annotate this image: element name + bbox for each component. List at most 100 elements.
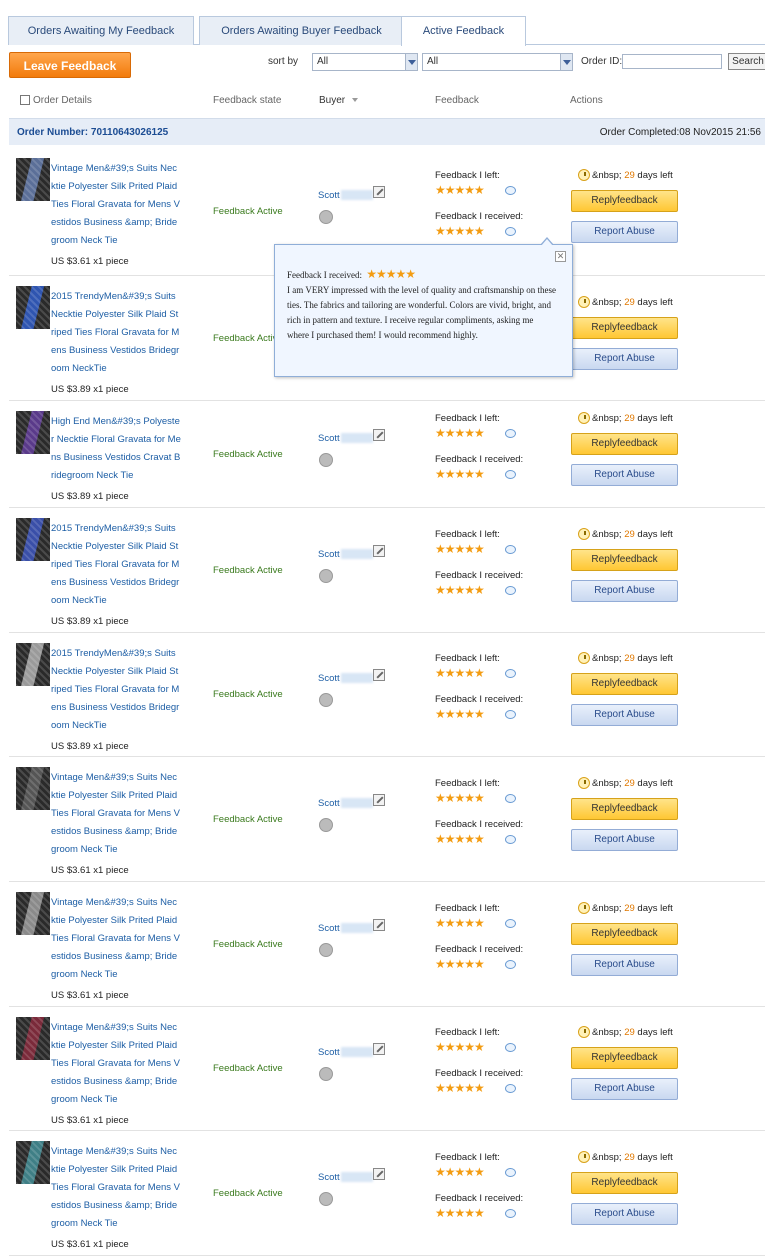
feedback-left-label: Feedback I left: — [435, 903, 500, 914]
order-id-input[interactable] — [622, 54, 722, 69]
chat-bubble-icon[interactable] — [505, 1209, 516, 1218]
chat-bubble-icon[interactable] — [505, 919, 516, 928]
days-left-suffix: days left — [634, 653, 673, 664]
reply-feedback-button[interactable]: Replyfeedback — [571, 549, 678, 571]
product-title-link[interactable]: 2015 TrendyMen&#39;s Suits Necktie Polye… — [51, 645, 181, 735]
order-number[interactable]: Order Number: 70110643026125 — [17, 127, 168, 138]
buyer-name: Scott — [318, 1047, 340, 1058]
report-abuse-button[interactable]: Report Abuse — [571, 464, 678, 486]
product-thumbnail[interactable] — [16, 643, 50, 686]
col-actions: Actions — [570, 95, 603, 106]
reply-feedback-button[interactable]: Replyfeedback — [571, 1047, 678, 1069]
product-thumbnail[interactable] — [16, 518, 50, 561]
days-left-prefix: &nbsp; — [592, 413, 625, 424]
product-title-link[interactable]: Vintage Men&#39;s Suits Necktie Polyeste… — [51, 894, 181, 984]
chat-bubble-icon[interactable] — [505, 669, 516, 678]
buyer-name-link[interactable]: Scott — [318, 549, 373, 560]
tab-awaiting-my-feedback[interactable]: Orders Awaiting My Feedback — [8, 16, 194, 45]
buyer-name-link[interactable]: Scott — [318, 673, 373, 684]
product-thumbnail[interactable] — [16, 1017, 50, 1060]
feedback-received-label: Feedback I received: — [435, 819, 524, 830]
chat-bubble-icon[interactable] — [505, 1043, 516, 1052]
report-abuse-button[interactable]: Report Abuse — [571, 1203, 678, 1225]
reply-feedback-button[interactable]: Replyfeedback — [571, 317, 678, 339]
chat-bubble-icon[interactable] — [505, 545, 516, 554]
buyer-name: Scott — [318, 549, 340, 560]
product-thumbnail[interactable] — [16, 286, 50, 329]
order-id-label: Order ID: — [581, 56, 623, 67]
popup-feedback-text: I am VERY impressed with the level of qu… — [287, 285, 556, 340]
product-thumbnail[interactable] — [16, 767, 50, 810]
days-left-prefix: &nbsp; — [592, 903, 625, 914]
sort-select-2[interactable]: All — [422, 53, 573, 71]
report-abuse-button[interactable]: Report Abuse — [571, 954, 678, 976]
edit-icon[interactable] — [373, 186, 385, 198]
chat-bubble-icon[interactable] — [505, 794, 516, 803]
days-left: &nbsp; 29 days left — [592, 1152, 673, 1163]
edit-icon[interactable] — [373, 794, 385, 806]
reply-feedback-button[interactable]: Replyfeedback — [571, 1172, 678, 1194]
product-title-link[interactable]: 2015 TrendyMen&#39;s Suits Necktie Polye… — [51, 520, 181, 610]
product-title-link[interactable]: Vintage Men&#39;s Suits Necktie Polyeste… — [51, 1143, 181, 1233]
chat-bubble-icon[interactable] — [505, 586, 516, 595]
reply-feedback-button[interactable]: Replyfeedback — [571, 923, 678, 945]
edit-icon[interactable] — [373, 1168, 385, 1180]
buyer-name-link[interactable]: Scott — [318, 190, 373, 201]
buyer-avatar-icon — [319, 453, 333, 467]
clock-icon — [578, 1151, 590, 1163]
sort-select-1-value: All — [317, 56, 329, 67]
chat-bubble-icon[interactable] — [505, 1084, 516, 1093]
reply-feedback-button[interactable]: Replyfeedback — [571, 673, 678, 695]
chat-bubble-icon[interactable] — [505, 186, 516, 195]
edit-icon[interactable] — [373, 1043, 385, 1055]
report-abuse-button[interactable]: Report Abuse — [571, 221, 678, 243]
search-button[interactable]: Search — [728, 53, 765, 70]
product-price: US $3.61 x1 piece — [51, 1115, 129, 1126]
days-left: &nbsp; 29 days left — [592, 903, 673, 914]
chat-bubble-icon[interactable] — [505, 835, 516, 844]
edit-icon[interactable] — [373, 429, 385, 441]
buyer-name-link[interactable]: Scott — [318, 923, 373, 934]
tab-active-feedback[interactable]: Active Feedback — [401, 16, 526, 46]
reply-feedback-button[interactable]: Replyfeedback — [571, 433, 678, 455]
report-abuse-button[interactable]: Report Abuse — [571, 1078, 678, 1100]
close-icon[interactable]: ✕ — [555, 251, 566, 262]
tab-awaiting-buyer-feedback[interactable]: Orders Awaiting Buyer Feedback — [199, 16, 404, 45]
product-thumbnail[interactable] — [16, 1141, 50, 1184]
buyer-name-link[interactable]: Scott — [318, 1172, 373, 1183]
product-title-link[interactable]: High End Men&#39;s Polyester Necktie Flo… — [51, 413, 181, 485]
product-title-link[interactable]: Vintage Men&#39;s Suits Necktie Polyeste… — [51, 1019, 181, 1109]
col-buyer[interactable]: Buyer — [319, 95, 359, 106]
edit-icon[interactable] — [373, 545, 385, 557]
buyer-name-link[interactable]: Scott — [318, 798, 373, 809]
chat-bubble-icon[interactable] — [505, 960, 516, 969]
product-title-link[interactable]: Vintage Men&#39;s Suits Necktie Polyeste… — [51, 769, 181, 859]
days-left-number: 29 — [624, 413, 635, 424]
edit-icon[interactable] — [373, 919, 385, 931]
report-abuse-button[interactable]: Report Abuse — [571, 580, 678, 602]
select-all-checkbox[interactable] — [20, 95, 30, 105]
chat-bubble-icon[interactable] — [505, 470, 516, 479]
chat-bubble-icon[interactable] — [505, 710, 516, 719]
product-thumbnail[interactable] — [16, 892, 50, 935]
product-thumbnail[interactable] — [16, 411, 50, 454]
chat-bubble-icon[interactable] — [505, 227, 516, 236]
product-title-link[interactable]: Vintage Men&#39;s Suits Necktie Polyeste… — [51, 160, 181, 250]
report-abuse-button[interactable]: Report Abuse — [571, 704, 678, 726]
product-title-link[interactable]: 2015 TrendyMen&#39;s Suits Necktie Polye… — [51, 288, 181, 378]
product-thumbnail[interactable] — [16, 158, 50, 201]
edit-icon[interactable] — [373, 669, 385, 681]
leave-feedback-button[interactable]: Leave Feedback — [9, 52, 131, 78]
star-rating-icon: ★★★★★ — [435, 916, 485, 930]
report-abuse-button[interactable]: Report Abuse — [571, 829, 678, 851]
chat-bubble-icon[interactable] — [505, 1168, 516, 1177]
report-abuse-button[interactable]: Report Abuse — [571, 348, 678, 370]
chat-bubble-icon[interactable] — [505, 429, 516, 438]
sort-select-1[interactable]: All — [312, 53, 418, 71]
reply-feedback-button[interactable]: Replyfeedback — [571, 190, 678, 212]
feedback-received-label: Feedback I received: — [435, 211, 524, 222]
feedback-state: Feedback Active — [213, 939, 283, 950]
buyer-name-link[interactable]: Scott — [318, 1047, 373, 1058]
buyer-name-link[interactable]: Scott — [318, 433, 373, 444]
reply-feedback-button[interactable]: Replyfeedback — [571, 798, 678, 820]
